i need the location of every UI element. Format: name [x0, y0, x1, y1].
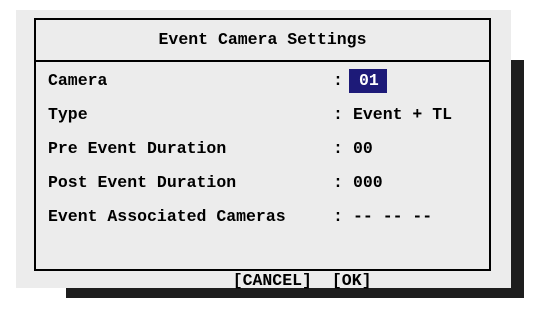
dialog-panel: Event Camera Settings Camera : 01 Type :… — [16, 10, 511, 290]
pre-event-duration-label: Pre Event Duration — [48, 139, 227, 158]
title-divider — [36, 60, 489, 62]
setting-row-pre-event-duration[interactable]: Pre Event Duration : 00 — [36, 134, 489, 164]
event-associated-cameras-colon: : — [333, 207, 343, 226]
event-associated-cameras-label: Event Associated Cameras — [48, 207, 286, 226]
setting-row-camera[interactable]: Camera : 01 — [36, 66, 489, 96]
camera-colon: : — [333, 71, 343, 90]
screen: Event Camera Settings Camera : 01 Type :… — [0, 0, 533, 322]
ok-button[interactable]: [OK] — [332, 269, 372, 293]
dialog-title: Event Camera Settings — [158, 30, 367, 49]
setting-row-event-associated-cameras[interactable]: Event Associated Cameras : -- -- -- — [36, 202, 489, 232]
event-camera-settings-dialog: Event Camera Settings Camera : 01 Type :… — [34, 18, 491, 290]
dialog-button-bar: [CANCEL] [OK] — [36, 245, 489, 290]
pre-event-duration-colon: : — [333, 139, 343, 158]
type-label: Type — [48, 105, 88, 124]
post-event-duration-label: Post Event Duration — [48, 173, 237, 192]
post-event-duration-colon: : — [333, 173, 343, 192]
camera-value-field[interactable]: 01 — [349, 69, 387, 93]
camera-label: Camera — [48, 71, 108, 90]
pre-event-duration-value-field[interactable]: 00 — [353, 134, 373, 164]
setting-row-post-event-duration[interactable]: Post Event Duration : 000 — [36, 168, 489, 198]
cancel-button[interactable]: [CANCEL] — [233, 269, 312, 293]
event-associated-cameras-value-field[interactable]: -- -- -- — [353, 202, 432, 232]
type-colon: : — [333, 105, 343, 124]
type-value-field[interactable]: Event + TL — [353, 100, 452, 130]
setting-row-type[interactable]: Type : Event + TL — [36, 100, 489, 130]
post-event-duration-value-field[interactable]: 000 — [353, 168, 383, 198]
